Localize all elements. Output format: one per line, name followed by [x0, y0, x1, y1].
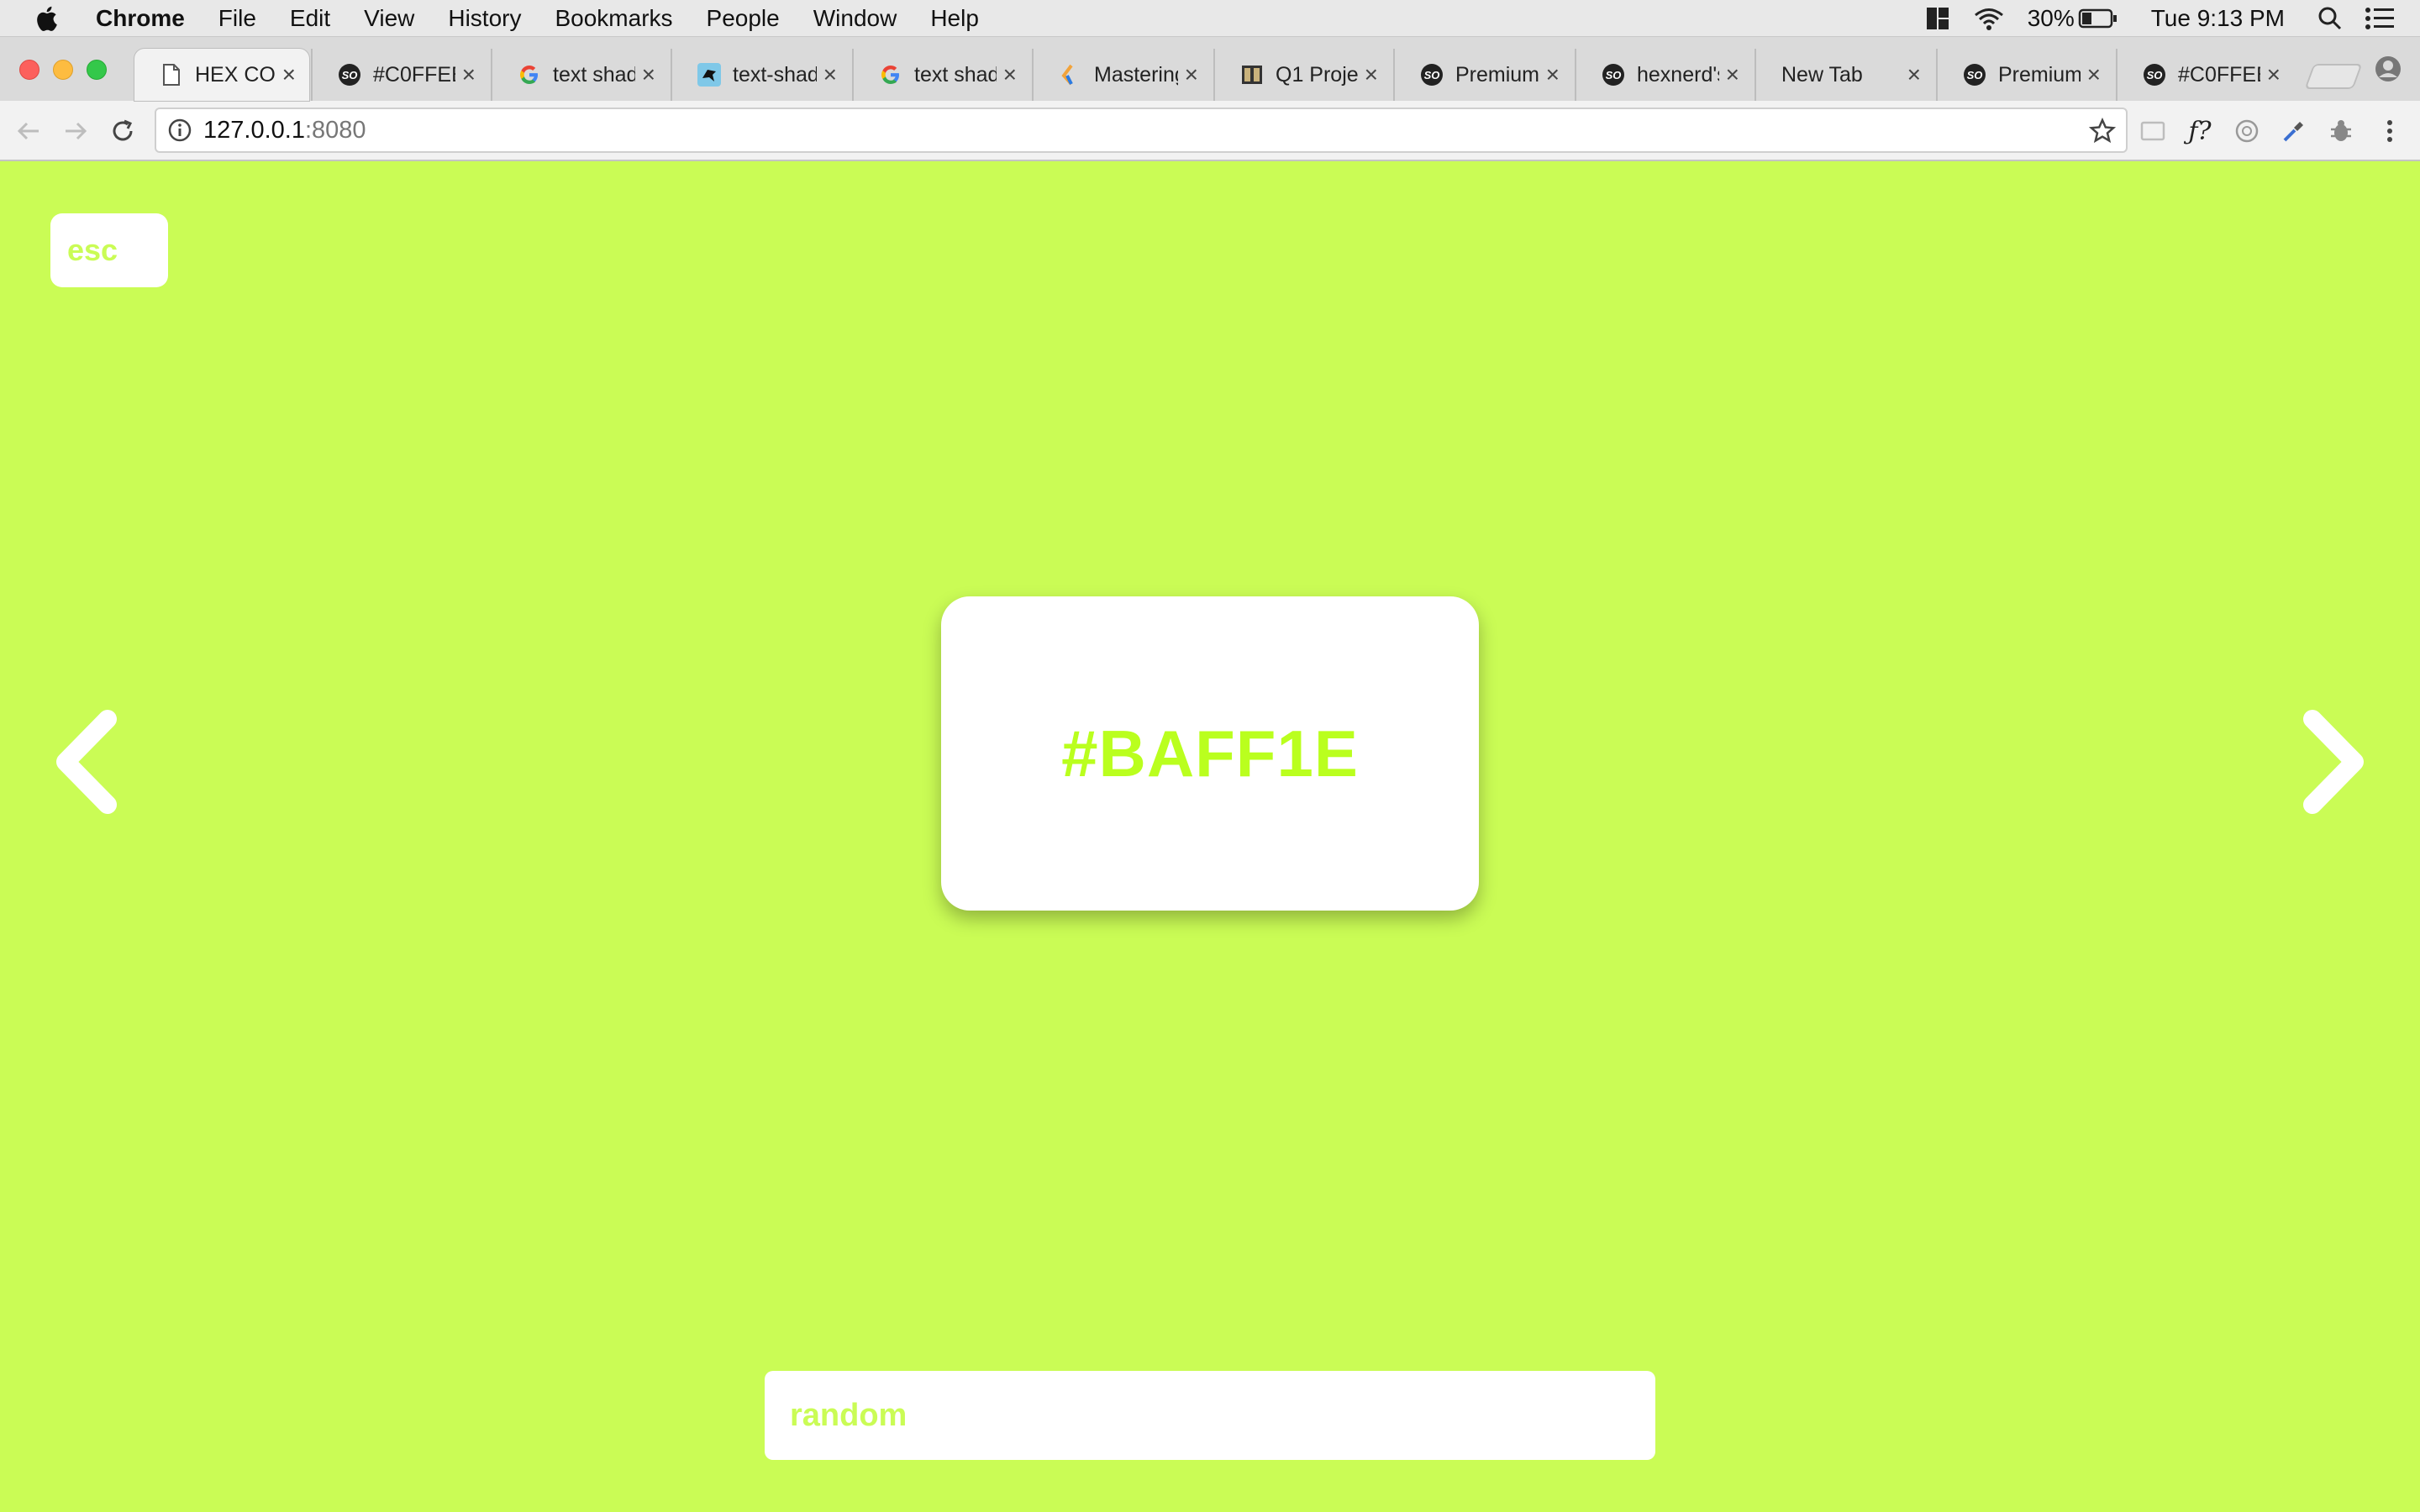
tab-q1-project[interactable]: Q1 Projec × [1213, 49, 1392, 101]
spotlight-search-icon[interactable] [2317, 6, 2343, 31]
close-tab-icon[interactable]: × [642, 63, 655, 87]
close-tab-icon[interactable]: × [1907, 63, 1921, 87]
tab-text-shadow-css[interactable]: text-shad × [671, 49, 850, 101]
tab-premium-1[interactable]: SO Premium × [1393, 49, 1573, 101]
so-icon: SO [1420, 63, 1444, 87]
tab-title: text shad [553, 62, 635, 87]
close-tab-icon[interactable]: × [462, 63, 476, 87]
bird-icon [697, 63, 721, 87]
menu-history[interactable]: History [448, 5, 521, 32]
hex-code: #BAFF1E [1061, 716, 1359, 790]
bug-icon[interactable] [2326, 116, 2356, 146]
apple-icon[interactable] [35, 6, 57, 31]
close-tab-icon[interactable]: × [282, 63, 296, 87]
menu-help[interactable]: Help [930, 5, 979, 32]
tab-strip: HEX COL × SO #C0FFEE × text shad × text-… [0, 37, 2420, 101]
tab-hexnerds[interactable]: SO hexnerd's × [1575, 49, 1753, 101]
tab-title: Mastering [1094, 62, 1178, 87]
tab-title: #C0FFEE [2178, 62, 2260, 87]
so-icon: SO [1963, 63, 1986, 87]
tab-hex-colors[interactable]: HEX COL × [134, 49, 309, 101]
tab-text-shadow-search-2[interactable]: text shad × [852, 49, 1030, 101]
svg-text:SO: SO [1606, 69, 1622, 81]
close-window-button[interactable] [19, 60, 39, 80]
clock[interactable]: Tue 9:13 PM [2151, 5, 2285, 32]
close-tab-icon[interactable]: × [1546, 63, 1560, 87]
page-icon [160, 63, 183, 87]
tab-title: Premium [1455, 62, 1539, 87]
tab-new-tab[interactable]: New Tab × [1754, 49, 1934, 101]
address-bar[interactable]: 127.0.0.1:8080 [155, 108, 2128, 153]
svg-text:SO: SO [342, 69, 358, 81]
notification-center-icon[interactable] [2365, 7, 2395, 30]
menu-file[interactable]: File [218, 5, 256, 32]
random-button[interactable]: random [765, 1371, 1655, 1460]
wifi-icon[interactable] [1972, 6, 2006, 31]
tab-title: #C0FFEE [373, 62, 455, 87]
reload-icon[interactable] [108, 116, 138, 146]
google-icon [879, 63, 902, 87]
svg-text:SO: SO [1967, 69, 1983, 81]
battery-percentage: 30% [2027, 5, 2075, 31]
esc-button[interactable]: esc [50, 213, 168, 287]
menu-people[interactable]: People [707, 5, 780, 32]
extension-circle-icon[interactable] [2232, 116, 2262, 146]
menu-app-chrome[interactable]: Chrome [96, 5, 185, 32]
tab-title: Q1 Projec [1276, 62, 1358, 87]
forward-arrow-icon[interactable] [60, 116, 91, 146]
info-icon[interactable] [168, 118, 192, 142]
menu-window[interactable]: Window [813, 5, 897, 32]
extension-cast-icon[interactable] [2138, 116, 2168, 146]
tab-title: HEX COL [195, 62, 276, 87]
page-content: esc #BAFF1E random [0, 161, 2420, 1512]
browser-toolbar: 127.0.0.1:8080 ƒ? [0, 101, 2420, 161]
tab-premium-2[interactable]: SO Premium × [1936, 49, 2114, 101]
tab-text-shadow-search-1[interactable]: text shad × [491, 49, 669, 101]
tab-title: text-shad [733, 62, 817, 87]
chevron-right-icon[interactable] [2297, 707, 2373, 816]
zoom-window-button[interactable] [87, 60, 107, 80]
url-host: 127.0.0.1 [203, 116, 305, 144]
menu-bookmarks[interactable]: Bookmarks [555, 5, 672, 32]
menu-view[interactable]: View [364, 5, 414, 32]
so-icon: SO [2143, 63, 2166, 87]
tab-title: Premium [1998, 62, 2081, 87]
bookmark-star-icon[interactable] [2089, 118, 2116, 144]
profile-icon[interactable] [2375, 55, 2402, 82]
eyedropper-icon[interactable] [2279, 116, 2309, 146]
so-icon: SO [1602, 63, 1625, 87]
tab-title: text shad [914, 62, 997, 87]
close-tab-icon[interactable]: × [1365, 63, 1378, 87]
battery-icon[interactable] [2078, 8, 2118, 29]
book-icon [1240, 63, 1264, 87]
minimize-window-button[interactable] [53, 60, 73, 80]
window-manager-icon[interactable] [1925, 6, 1950, 31]
close-tab-icon[interactable]: × [2267, 63, 2281, 87]
macos-menu-bar: Chrome File Edit View History Bookmarks … [0, 0, 2420, 37]
color-card: #BAFF1E [941, 596, 1479, 911]
more-menu-icon[interactable] [2375, 116, 2405, 146]
svg-text:SO: SO [2147, 69, 2163, 81]
so-icon: SO [338, 63, 361, 87]
codepen-icon [1059, 63, 1082, 87]
new-tab-button[interactable] [2304, 64, 2363, 89]
tab-coffee-2[interactable]: SO #C0FFEE × [2116, 49, 2294, 101]
close-tab-icon[interactable]: × [2087, 63, 2101, 87]
tab-title: New Tab [1781, 62, 1863, 87]
url-port: :8080 [304, 116, 366, 144]
menu-edit[interactable]: Edit [290, 5, 330, 32]
chevron-left-icon[interactable] [47, 707, 123, 816]
back-arrow-icon[interactable] [13, 116, 44, 146]
close-tab-icon[interactable]: × [1003, 63, 1017, 87]
close-tab-icon[interactable]: × [823, 63, 837, 87]
svg-text:SO: SO [1424, 69, 1440, 81]
close-tab-icon[interactable]: × [1726, 63, 1739, 87]
tab-mastering[interactable]: Mastering × [1032, 49, 1212, 101]
google-icon [518, 63, 541, 87]
tab-coffee-1[interactable]: SO #C0FFEE × [311, 49, 489, 101]
extension-font-icon[interactable]: ƒ? [2185, 116, 2215, 146]
close-tab-icon[interactable]: × [1185, 63, 1198, 87]
tab-title: hexnerd's [1637, 62, 1719, 87]
